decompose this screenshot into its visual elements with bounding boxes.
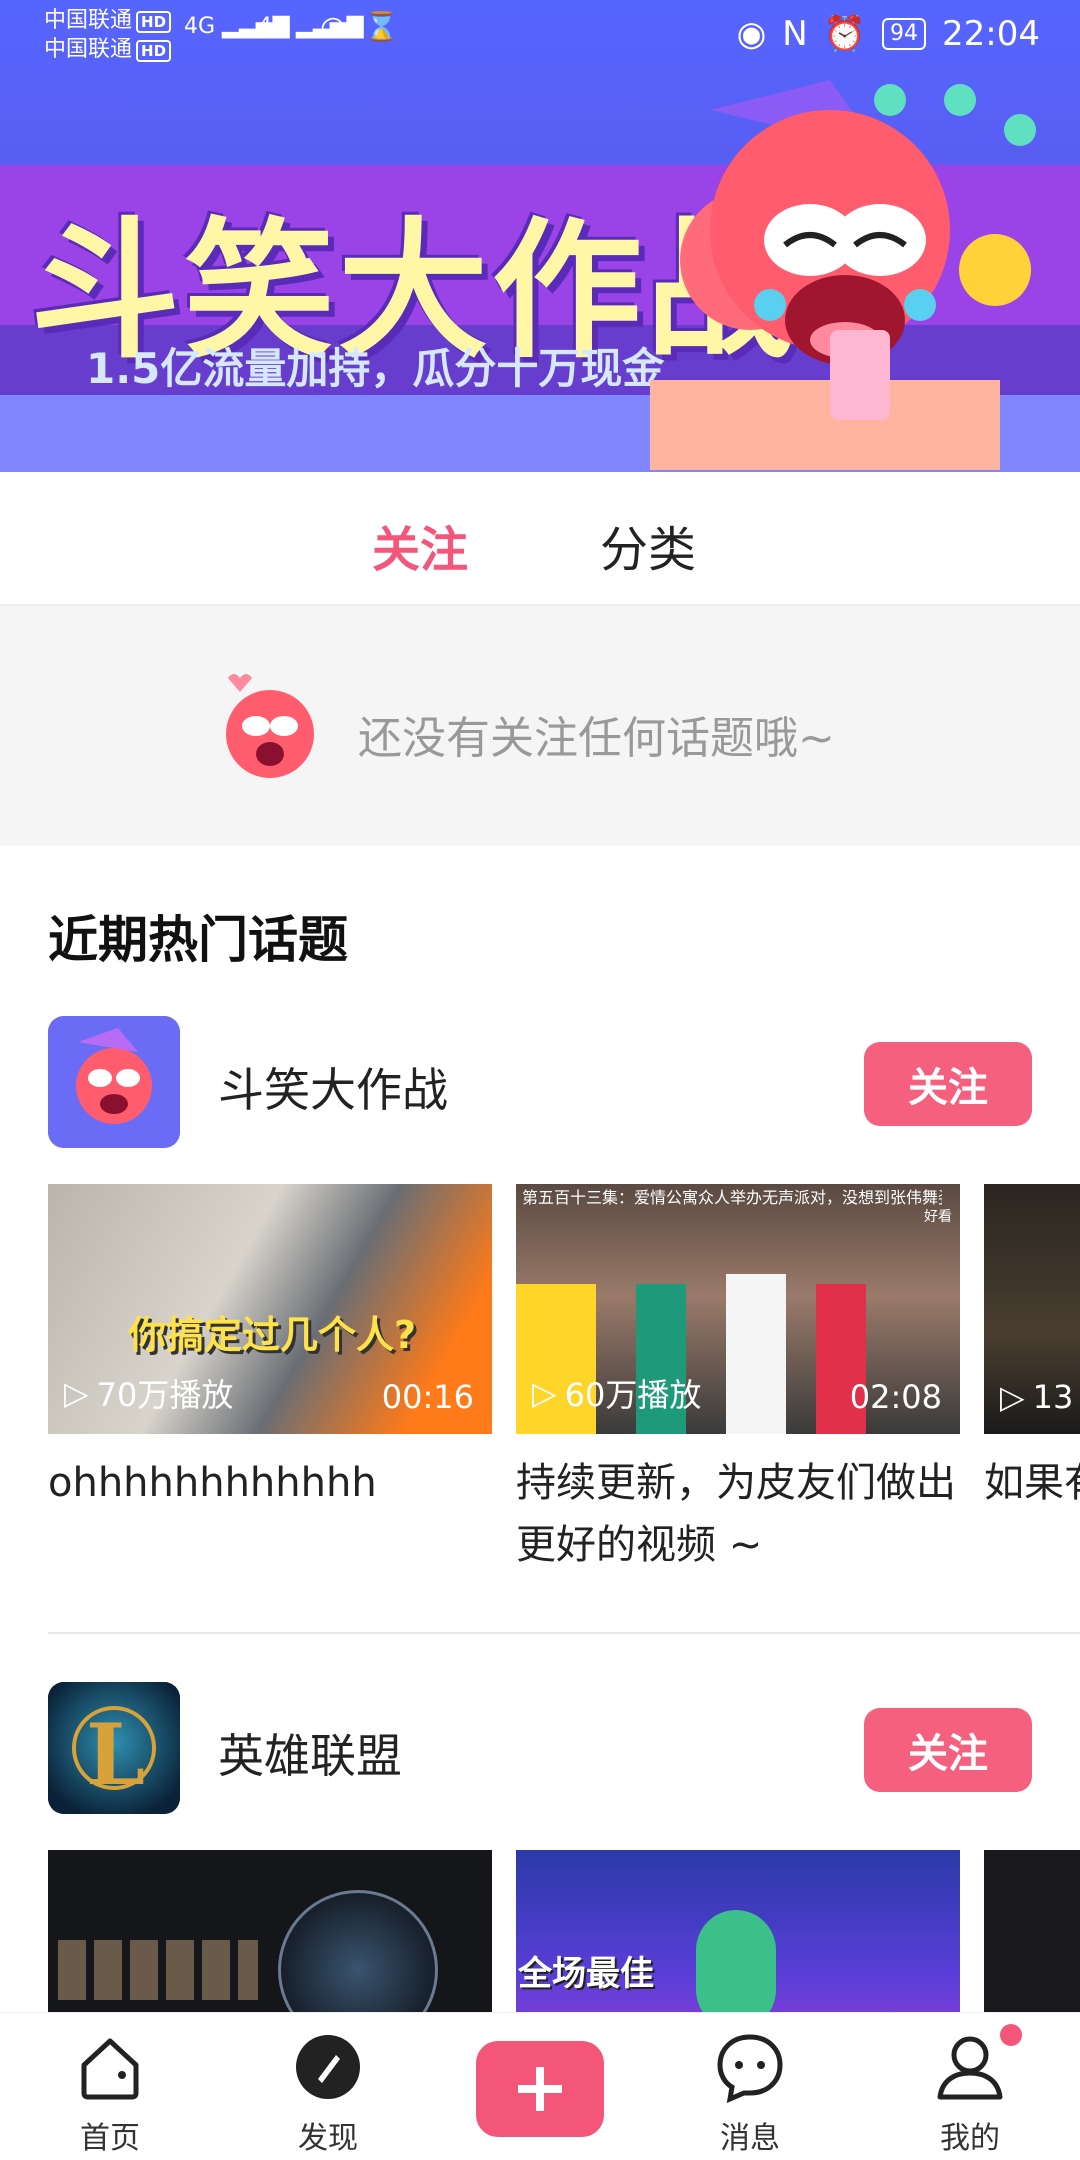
topic-row[interactable]: L 英雄联盟 关注 [48,1682,1048,1814]
champion-figure [696,1910,776,2012]
home-icon [81,2038,139,2100]
play-count: ▷ 60万播放 [532,1374,702,1414]
hourglass-icon: ⌛ [364,10,399,43]
topic-tabs: 关注 分类 [0,472,1080,606]
carrier-1: 中国联通 [44,8,133,33]
follow-button[interactable]: 关注 [864,1042,1032,1126]
status-bar: 中国联通 HD 中国联通 HD 4G ▂▃▅▇ 4G ▂▃▅▇ ◠ ⌛ ◉ N ⏰ … [0,0,1080,70]
follow-button[interactable]: 关注 [864,1708,1032,1792]
nfc-icon: N [782,14,808,54]
scene-figure [726,1274,786,1434]
video-duration: 02:08 [849,1378,942,1416]
wifi-icon: ◠ [320,10,347,45]
nav-mine-label: 我的 [940,2121,1000,2156]
signal-4g-2: 4G ▂▃▅▇ [258,14,364,39]
video-thumbnail[interactable]: 第五百十三集：爱情公寓众人举办无声派对，没想到张伟舞姿惊 好看 ▷ 60万播放 0… [516,1184,960,1434]
hd-badge: HD [136,11,172,33]
app-root: 斗笑大作战 1.5亿流量加持，瓜分十万现金 中国联通 HD 中国联通 HD 4G… [0,0,1080,2160]
play-icon: ▷ [532,1374,557,1412]
tab-follow[interactable]: 关注 [372,510,468,580]
video-thumbnail[interactable]: 你搞定过几个人? ▷ 70万播放 00:16 [48,1184,492,1434]
video-duration: 00:16 [381,1378,474,1416]
divider [48,1632,1080,1634]
status-right: ◉ N ⏰ 94 22:04 [737,14,1040,54]
nav-home-label: 首页 [80,2121,140,2156]
video-thumbnail[interactable] [984,1850,1080,2012]
video-overlay-text: 你搞定过几个人? [128,1313,417,1357]
bottom-nav: 首页 发现 消息 我的 [0,2012,1080,2160]
nav-messages[interactable]: 消息 [670,2013,830,2160]
notification-dot [1000,2024,1022,2046]
eye-icon: ◉ [736,14,767,54]
video-caption[interactable]: ohhhhhhhhhhhh [48,1452,492,1514]
video-caption[interactable]: 如果有视频， [984,1452,1080,1514]
battery-icon: 94 [882,18,927,50]
jester-mascot-image [650,80,1036,470]
champion-grid [58,1940,258,2000]
empty-follow-state: 还没有关注任何话题哦~ [0,606,1080,846]
video-caption[interactable]: 持续更新，为皮友们做出更好的视频 ~ [516,1452,960,1576]
champion-portrait [278,1890,438,2012]
video-list: 你搞定过几个人? ▷ 70万播放 00:16 ohhhhhhhhhhhh 第五百十… [48,1184,1080,1604]
topic-thumbnail[interactable] [48,1016,180,1148]
nav-mine[interactable]: 我的 [890,2013,1050,2160]
play-count: ▷ 13 [1000,1378,1074,1416]
profile-icon [937,2036,1003,2100]
play-icon: ▷ [64,1374,89,1412]
nav-discover-label: 发现 [298,2121,358,2156]
topic-name[interactable]: 英雄联盟 [218,1720,402,1786]
nav-discover[interactable]: 发现 [248,2013,408,2160]
status-time: 22:04 [942,14,1040,54]
create-post-button[interactable] [476,2041,604,2137]
alarm-icon: ⏰ [823,14,867,54]
nav-home[interactable]: 首页 [30,2013,190,2160]
plus-icon [518,2067,562,2111]
topic-thumbnail[interactable]: L [48,1682,180,1814]
empty-message: 还没有关注任何话题哦~ [358,713,835,764]
carrier-2: 中国联通 [44,37,133,62]
section-title: 近期热门话题 [48,911,348,969]
video-thumbnail[interactable]: ▷ 13 [984,1184,1080,1434]
video-thumbnail[interactable] [48,1850,492,2012]
video-overlay-text: 全场最佳 [518,1954,654,1994]
nav-messages-label: 消息 [720,2121,780,2156]
topic-row[interactable]: 斗笑大作战 关注 [48,1016,1048,1148]
video-thumbnail[interactable]: 全场最佳 [516,1850,960,2012]
video-list: 全场最佳 [48,1850,1080,2012]
play-count: ▷ 70万播放 [64,1374,234,1414]
topic-name[interactable]: 斗笑大作战 [218,1054,448,1120]
haokan-badge: 好看 [924,1209,952,1225]
tab-category[interactable]: 分类 [600,510,696,580]
discover-icon [296,2035,360,2099]
promo-banner[interactable]: 斗笑大作战 1.5亿流量加持，瓜分十万现金 [0,0,1080,472]
play-icon: ▷ [1000,1378,1025,1416]
message-icon [717,2034,783,2103]
video-overlay-text: 第五百十三集：爱情公寓众人举办无声派对，没想到张伟舞姿惊 [522,1188,942,1207]
hd-badge: HD [136,40,172,62]
banner-subtitle: 1.5亿流量加持，瓜分十万现金 [86,344,665,393]
empty-mascot-icon [226,674,314,778]
carrier-info: 中国联通 HD 中国联通 HD [44,6,172,64]
